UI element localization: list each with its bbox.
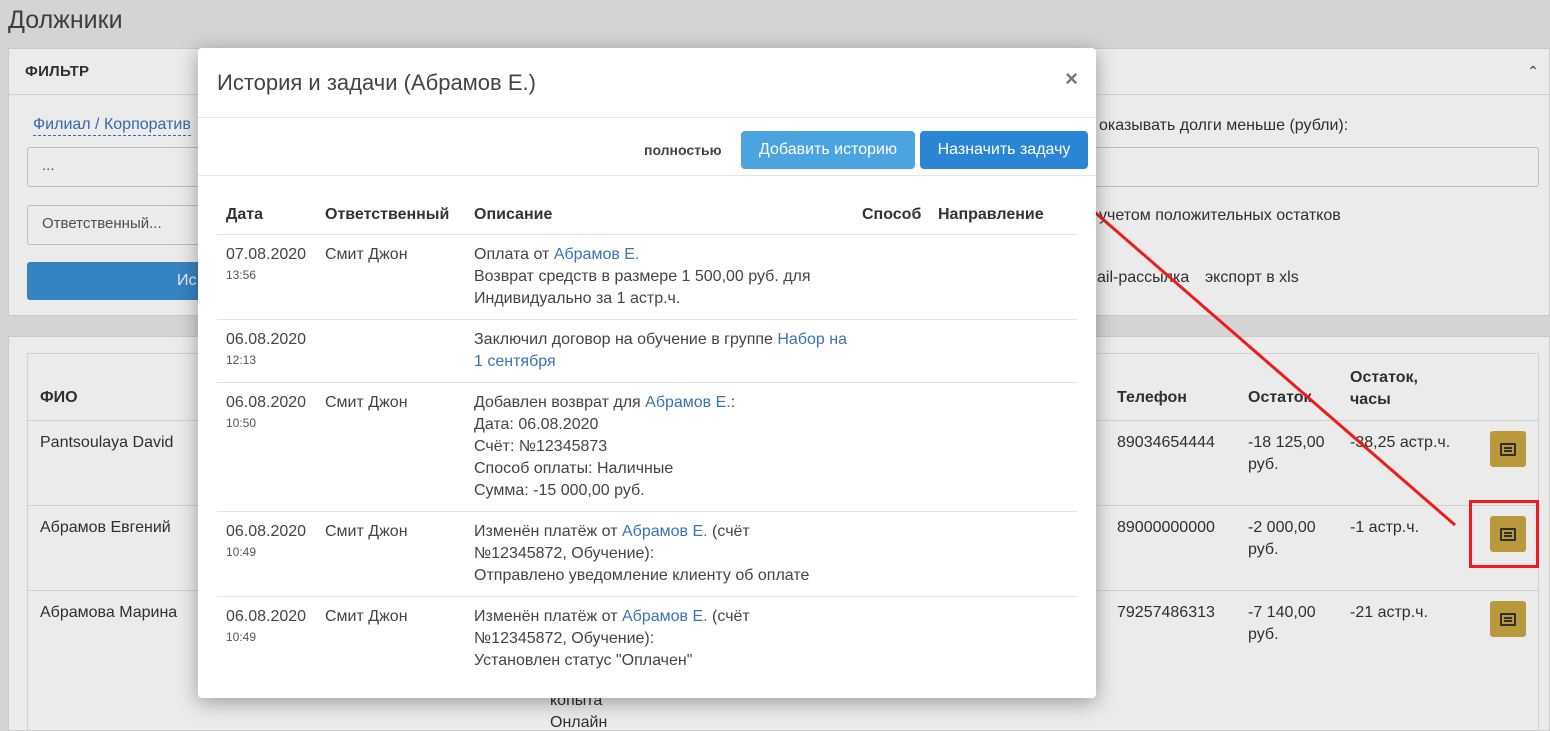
history-date: 06.08.2020 <box>226 331 307 348</box>
history-time: 13:56 <box>226 268 257 282</box>
desc-line: Установлен статус "Оплачен" <box>474 652 693 669</box>
history-date: 06.08.2020 <box>226 394 307 411</box>
history-modal: История и задачи (Абрамов Е.) × полность… <box>198 48 1096 698</box>
history-responsible[interactable]: Смит Джон <box>325 244 408 266</box>
desc-link[interactable]: Абрамов Е. <box>622 523 708 540</box>
history-description: Добавлен возврат для Абрамов Е.: Дата: 0… <box>474 392 854 502</box>
history-row: 06.08.2020 10:50 Смит Джон Добавлен возвр… <box>217 382 1077 511</box>
desc-text: Изменён платёж от <box>474 608 622 625</box>
col-description: Описание <box>474 206 553 223</box>
history-responsible[interactable]: Смит Джон <box>325 606 408 628</box>
full-view-toggle[interactable]: полностью <box>644 142 722 158</box>
add-history-button[interactable]: Добавить историю <box>741 131 915 169</box>
desc-line: Способ оплаты: Наличные <box>474 460 674 477</box>
history-time: 10:50 <box>226 416 257 430</box>
col-responsible: Ответственный <box>325 206 450 223</box>
history-row: 06.08.2020 12:13 Заключил договор на обуч… <box>217 319 1077 382</box>
history-responsible[interactable]: Смит Джон <box>325 392 408 414</box>
desc-link[interactable]: Абрамов Е. <box>554 246 640 263</box>
history-row: 06.08.2020 10:49 Смит Джон Изменён платёж… <box>217 511 1077 596</box>
desc-text: (счёт <box>707 523 750 540</box>
col-method: Способ <box>862 206 922 223</box>
desc-line: Возврат средств в размере 1 500,00 руб. … <box>474 268 811 285</box>
assign-task-button[interactable]: Назначить задачу <box>920 131 1088 169</box>
history-date: 07.08.2020 <box>226 246 307 263</box>
modal-toolbar: полностью Добавить историю Назначить зад… <box>198 118 1096 176</box>
modal-header: История и задачи (Абрамов Е.) × <box>198 48 1096 118</box>
col-date: Дата <box>226 206 264 223</box>
desc-line: №12345872, Обучение): <box>474 630 655 647</box>
history-description: Изменён платёж от Абрамов Е. (счёт №1234… <box>474 606 854 672</box>
desc-text: Оплата от <box>474 246 554 263</box>
history-description: Заключил договор на обучение в группе На… <box>474 329 854 373</box>
history-time: 10:49 <box>226 630 257 644</box>
history-date: 06.08.2020 <box>226 608 307 625</box>
history-description: Изменён платёж от Абрамов Е. (счёт №1234… <box>474 521 854 587</box>
desc-line: Индивидуально за 1 астр.ч. <box>474 290 681 307</box>
close-icon[interactable]: × <box>1065 68 1078 90</box>
desc-link[interactable]: Абрамов Е. <box>622 608 708 625</box>
desc-line: №12345872, Обучение): <box>474 545 655 562</box>
desc-text: : <box>730 394 736 411</box>
history-responsible[interactable]: Смит Джон <box>325 521 408 543</box>
annotation-highlight-box <box>1469 500 1539 568</box>
history-row: 06.08.2020 10:49 Смит Джон Изменён платёж… <box>217 596 1077 681</box>
desc-link[interactable]: Абрамов Е. <box>645 394 731 411</box>
desc-text: Заключил договор на обучение в группе <box>474 331 778 348</box>
history-description: Оплата от Абрамов Е. Возврат средств в р… <box>474 244 854 310</box>
history-row: 07.08.2020 13:56 Смит Джон Оплата от Абра… <box>217 234 1077 319</box>
modal-title: История и задачи (Абрамов Е.) <box>217 70 536 95</box>
desc-line: Отправлено уведомление клиенту об оплате <box>474 567 810 584</box>
desc-line: Счёт: №12345873 <box>474 438 608 455</box>
desc-line: Сумма: -15 000,00 руб. <box>474 482 645 499</box>
col-direction: Направление <box>938 206 1044 223</box>
desc-line: Дата: 06.08.2020 <box>474 416 599 433</box>
history-time: 12:13 <box>226 353 257 367</box>
history-date: 06.08.2020 <box>226 523 307 540</box>
history-time: 10:49 <box>226 545 257 559</box>
desc-text: Изменён платёж от <box>474 523 622 540</box>
desc-text: (счёт <box>707 608 750 625</box>
desc-text: Добавлен возврат для <box>474 394 646 411</box>
